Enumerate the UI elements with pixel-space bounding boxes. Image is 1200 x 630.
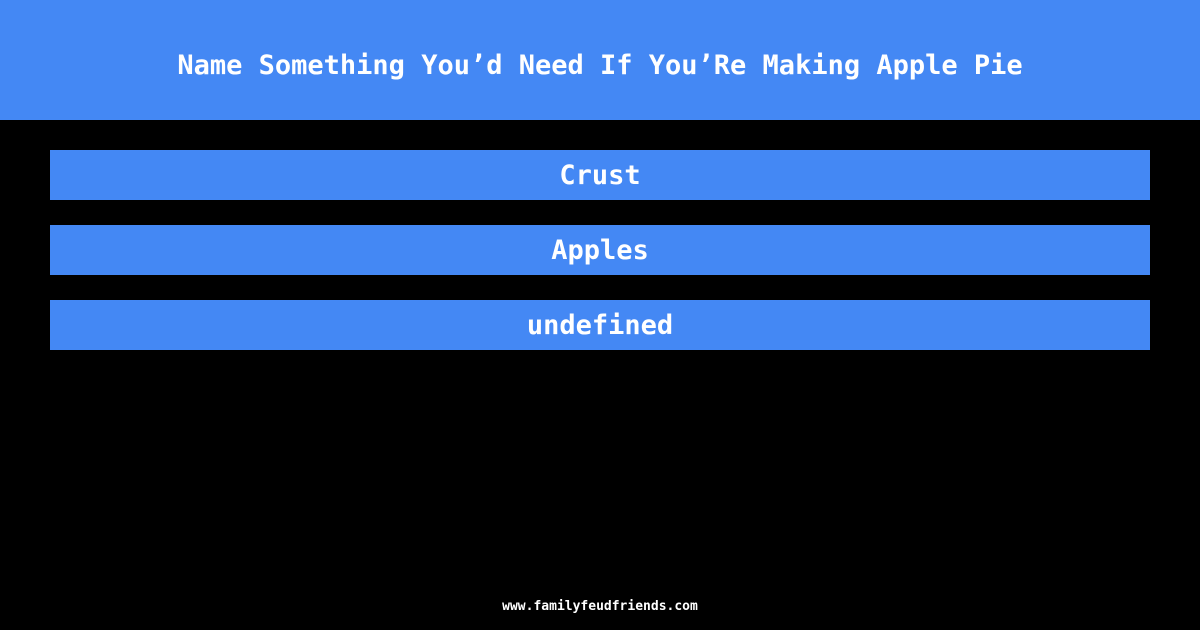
answer-bar-3: undefined [50, 300, 1150, 350]
answer-bar-2: Apples [50, 225, 1150, 275]
question-header: Name Something You’d Need If You’Re Maki… [0, 0, 1200, 120]
footer-url: www.familyfeudfriends.com [502, 599, 698, 614]
answer-label: undefined [526, 309, 674, 341]
answer-label: Apples [551, 234, 649, 266]
question-title: Name Something You’d Need If You’Re Maki… [177, 49, 1023, 81]
answer-label: Crust [559, 159, 641, 191]
answer-bar-1: Crust [50, 150, 1150, 200]
